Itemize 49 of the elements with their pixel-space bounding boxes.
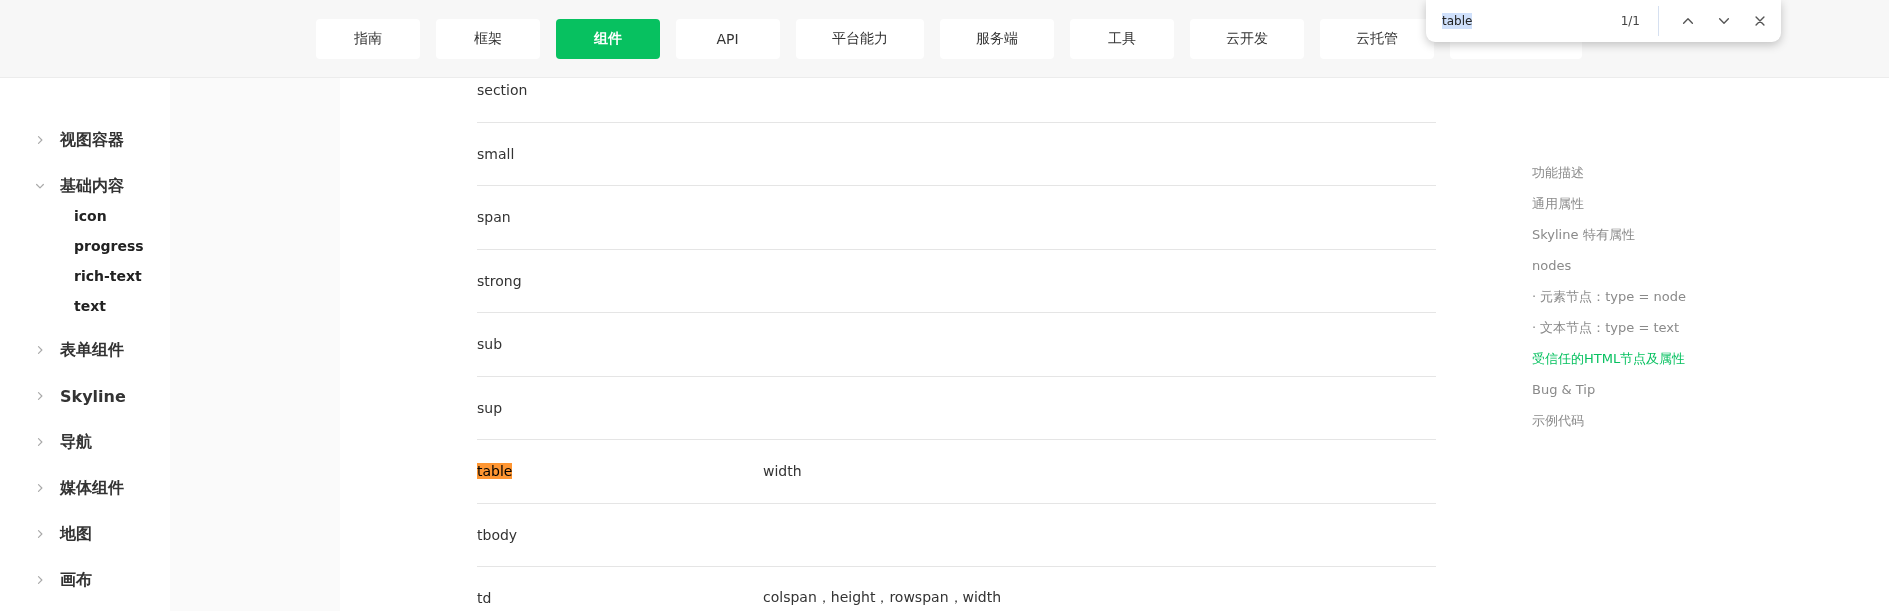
table-cell: span bbox=[477, 209, 511, 226]
toc-link[interactable]: Skyline 特有属性 bbox=[1532, 219, 1635, 250]
nav-tab[interactable]: 框架 bbox=[435, 18, 540, 59]
table-cell: sub bbox=[477, 336, 503, 353]
sidebar-item[interactable]: 媒体组件 bbox=[0, 465, 340, 511]
sidebar-label: 基础内容 bbox=[60, 175, 124, 197]
nav-tab[interactable]: API bbox=[675, 18, 780, 59]
table-cell: tbody bbox=[477, 526, 518, 543]
nav-tab[interactable]: 云开发 bbox=[1189, 18, 1304, 59]
sidebar-label: 导航 bbox=[60, 431, 92, 453]
sidebar-label: 表单组件 bbox=[60, 339, 124, 361]
sidebar-item[interactable]: 地图 bbox=[0, 511, 340, 557]
table-cell: sup bbox=[477, 399, 503, 416]
sidebar-item[interactable]: Skyline bbox=[0, 373, 340, 419]
sidebar-item[interactable]: 画布 bbox=[0, 557, 340, 603]
sidebar-item[interactable]: 导航 bbox=[0, 419, 340, 465]
sidebar-item[interactable]: 表单组件 bbox=[0, 327, 340, 373]
toc-link[interactable]: · 元素节点：type = node bbox=[1532, 281, 1686, 312]
table-cell: td bbox=[477, 590, 492, 607]
sidebar-label: 地图 bbox=[60, 523, 92, 545]
find-field[interactable]: table bbox=[1442, 13, 1621, 29]
table-cell: colspan，height，rowspan，width bbox=[763, 589, 1002, 608]
toc-link[interactable]: Bug & Tip bbox=[1532, 374, 1596, 405]
table-cell: strong bbox=[477, 272, 522, 289]
toc-link[interactable]: 通用属性 bbox=[1532, 188, 1584, 219]
sidebar-item[interactable]: 视图容器 bbox=[0, 117, 340, 163]
sidebar-subitem[interactable]: text bbox=[0, 291, 340, 321]
close-icon[interactable] bbox=[1753, 14, 1767, 28]
toc-link[interactable]: nodes bbox=[1532, 250, 1572, 281]
nav-tab[interactable]: 平台能力 bbox=[795, 18, 924, 59]
nav-tab[interactable]: 服务端 bbox=[939, 18, 1054, 59]
table-cell: small bbox=[477, 145, 515, 162]
table-cell: table bbox=[477, 463, 513, 480]
find-query: table bbox=[1442, 13, 1473, 29]
toc-link[interactable]: 功能描述 bbox=[1532, 157, 1584, 188]
sidebar-subitem[interactable]: progress bbox=[0, 231, 340, 261]
nav-tab[interactable]: 工具 bbox=[1069, 18, 1174, 59]
match-count: 1/1 bbox=[1620, 14, 1640, 28]
sidebar-label: 视图容器 bbox=[60, 129, 124, 151]
toc-link[interactable]: · 文本节点：type = text bbox=[1532, 312, 1680, 343]
sidebar-label: 媒体组件 bbox=[60, 477, 124, 499]
sidebar-subitem[interactable]: rich-text bbox=[0, 261, 340, 291]
table-cell: section bbox=[477, 82, 528, 99]
table-cell: width bbox=[763, 463, 802, 480]
nav-tab[interactable]: 指南 bbox=[315, 18, 420, 59]
toc-link[interactable]: 示例代码 bbox=[1532, 405, 1584, 436]
sidebar-label: Skyline bbox=[60, 386, 126, 406]
sidebar-label: 画布 bbox=[60, 569, 92, 591]
nav-tab[interactable]: 云托管 bbox=[1319, 18, 1434, 59]
